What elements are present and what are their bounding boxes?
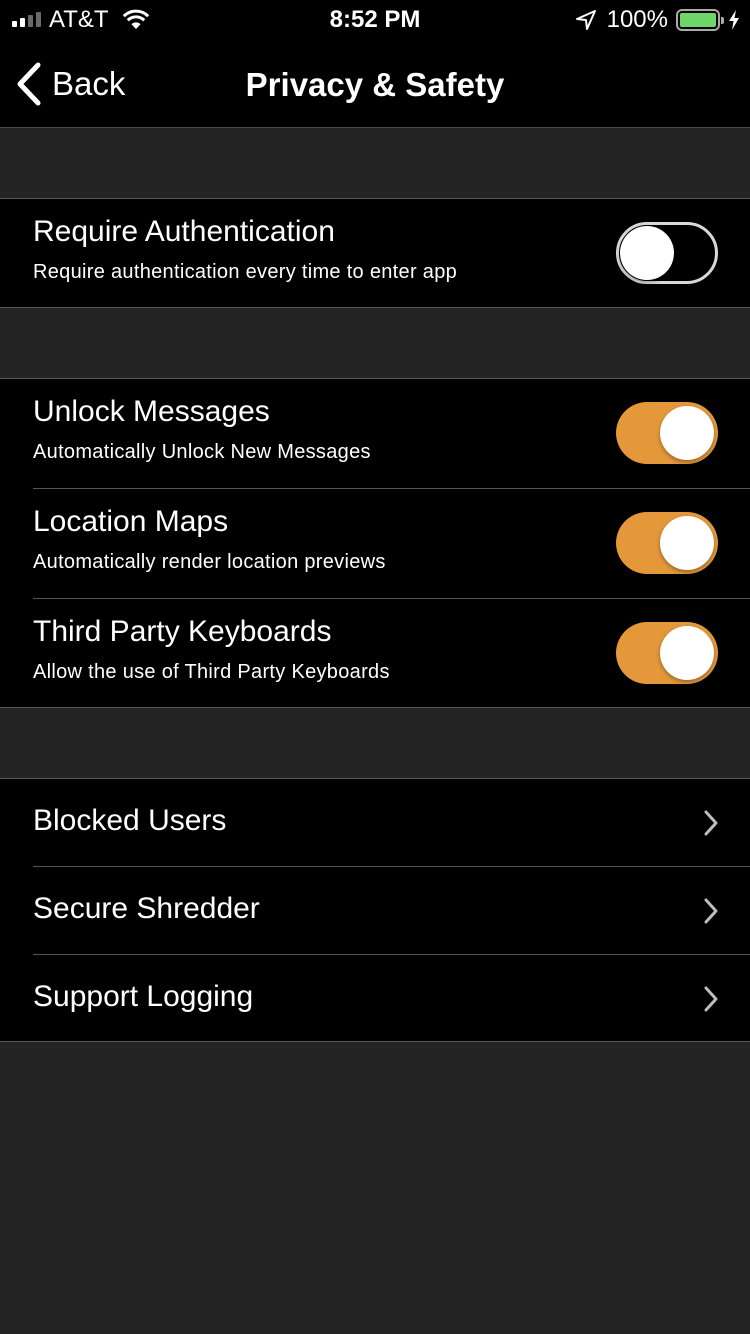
location-arrow-icon — [575, 10, 596, 30]
third-party-keyboards-toggle[interactable] — [616, 622, 718, 684]
require-authentication-row: Require Authentication Require authentic… — [0, 199, 750, 307]
location-maps-toggle[interactable] — [616, 512, 718, 574]
location-maps-row: Location Maps Automatically render locat… — [0, 489, 750, 599]
row-title: Support Logging — [33, 980, 254, 1013]
row-title: Location Maps — [33, 505, 229, 538]
chevron-left-icon — [17, 62, 41, 106]
chevron-right-icon — [704, 898, 718, 924]
third-party-keyboards-row: Third Party Keyboards Allow the use of T… — [0, 599, 750, 707]
message-options-section: Unlock Messages Automatically Unlock New… — [0, 378, 750, 708]
authentication-section: Require Authentication Require authentic… — [0, 198, 750, 308]
row-title: Third Party Keyboards — [33, 615, 332, 648]
battery-icon — [676, 9, 724, 31]
row-title: Secure Shredder — [33, 892, 260, 925]
status-bar: AT&T 8:52 PM 100% — [0, 0, 750, 40]
row-subtitle: Automatically Unlock New Messages — [33, 441, 371, 463]
row-subtitle: Automatically render location previews — [33, 551, 386, 573]
navigation-links-section: Blocked Users Secure Shredder Support Lo… — [0, 778, 750, 1042]
row-title: Require Authentication — [33, 215, 335, 248]
row-subtitle: Allow the use of Third Party Keyboards — [33, 661, 390, 683]
secure-shredder-row[interactable]: Secure Shredder — [0, 867, 750, 955]
unlock-messages-toggle[interactable] — [616, 402, 718, 464]
require-authentication-toggle[interactable] — [616, 222, 718, 284]
battery-percent: 100% — [606, 6, 668, 33]
back-label: Back — [52, 65, 126, 102]
navigation-bar: Back Privacy & Safety — [0, 40, 750, 128]
chevron-right-icon — [704, 986, 718, 1012]
back-button[interactable]: Back — [16, 62, 125, 106]
unlock-messages-row: Unlock Messages Automatically Unlock New… — [0, 379, 750, 489]
blocked-users-row[interactable]: Blocked Users — [0, 779, 750, 867]
chevron-right-icon — [704, 810, 718, 836]
support-logging-row[interactable]: Support Logging — [0, 955, 750, 1041]
row-title: Blocked Users — [33, 804, 227, 837]
row-title: Unlock Messages — [33, 395, 270, 428]
row-subtitle: Require authentication every time to ent… — [33, 261, 458, 283]
charging-bolt-icon — [729, 10, 739, 30]
